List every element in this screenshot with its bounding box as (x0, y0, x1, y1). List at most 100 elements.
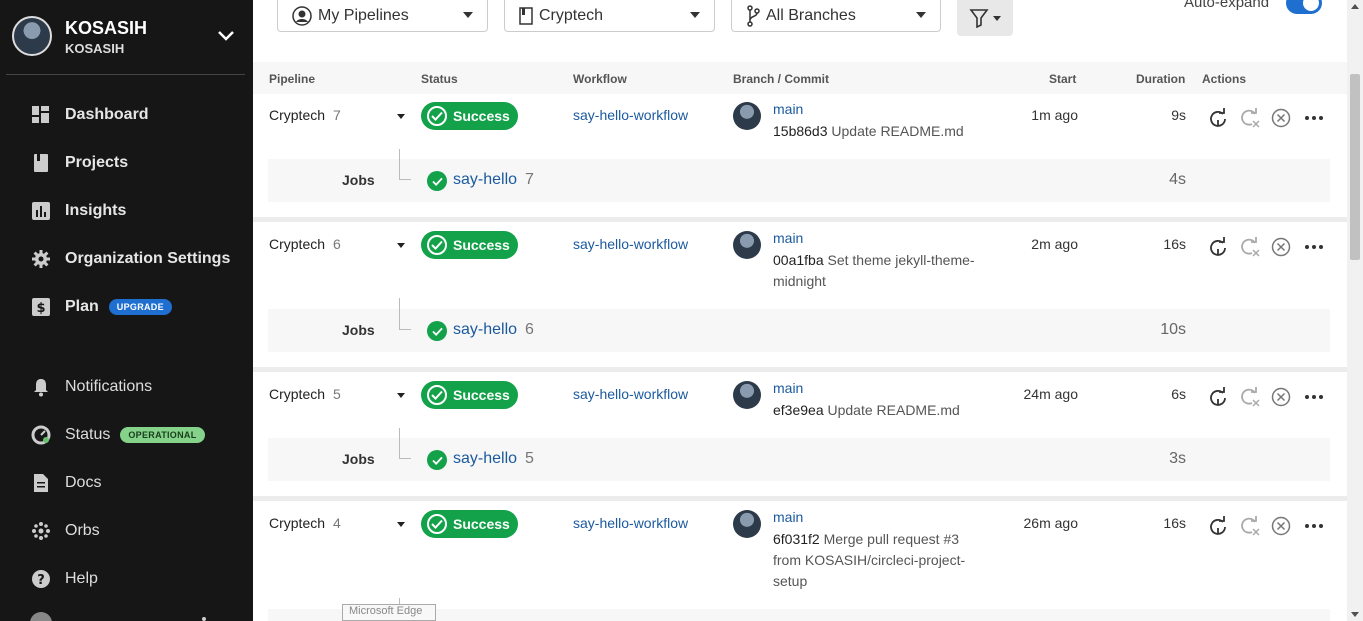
column-header-duration[interactable]: Duration (1136, 72, 1185, 86)
row-separator (253, 217, 1347, 222)
status-badge[interactable]: Success (421, 381, 518, 409)
workflow-link[interactable]: say-hello-workflow (573, 236, 688, 252)
sidebar-item-organization-settings[interactable]: Organization Settings (30, 247, 230, 271)
rerun-icon[interactable] (1208, 516, 1228, 536)
column-header-workflow[interactable]: Workflow (573, 72, 627, 86)
pipeline-cell[interactable]: Cryptech 6 (269, 236, 341, 252)
commit-sha[interactable]: 6f031f2 (773, 531, 820, 547)
user-avatar[interactable] (30, 612, 52, 621)
chevron-down-icon[interactable] (214, 24, 238, 48)
column-header-branch-commit[interactable]: Branch / Commit (733, 72, 829, 86)
org-subtitle: KOSASIH (65, 41, 125, 56)
job-link[interactable]: say-hello (453, 321, 517, 338)
status-badge[interactable]: Success (421, 102, 518, 130)
pipeline-project[interactable]: Cryptech (269, 386, 325, 402)
upgrade-badge[interactable]: UPGRADE (108, 299, 172, 315)
scroll-down-icon[interactable] (1351, 612, 1359, 617)
pipeline-project[interactable]: Cryptech (269, 236, 325, 252)
caret-down-icon (463, 12, 473, 18)
project-icon (519, 6, 533, 25)
svg-text:?: ? (37, 573, 45, 588)
expand-caret-icon[interactable] (397, 393, 405, 398)
more-icon[interactable] (1304, 108, 1324, 128)
cancel-icon[interactable] (1271, 516, 1291, 536)
rerun-failed-icon[interactable] (1240, 237, 1260, 257)
sidebar-item-notifications[interactable]: Notifications (30, 375, 152, 399)
avatar (733, 381, 761, 409)
cancel-icon[interactable] (1271, 108, 1291, 128)
cancel-icon[interactable] (1271, 237, 1291, 257)
job-cell[interactable]: say-hello 7 (453, 171, 534, 189)
status-badge[interactable]: Success (421, 231, 518, 259)
sidebar-item-label: Orbs (65, 522, 100, 539)
branch-link[interactable]: main (773, 230, 803, 246)
pipeline-cell[interactable]: Cryptech 5 (269, 386, 341, 402)
status-badge[interactable]: Success (421, 510, 518, 538)
commit-info[interactable]: 15b86d3 Update README.md (773, 121, 983, 142)
scroll-thumb[interactable] (1350, 74, 1360, 260)
job-link[interactable]: say-hello (453, 171, 517, 188)
commit-info[interactable]: 6f031f2 Merge pull request #3 from KOSAS… (773, 529, 973, 592)
column-header-status[interactable]: Status (421, 72, 458, 86)
scrollbar[interactable] (1347, 0, 1363, 621)
pipeline-project[interactable]: Cryptech (269, 515, 325, 531)
rerun-icon[interactable] (1208, 237, 1228, 257)
workflow-link[interactable]: say-hello-workflow (573, 107, 688, 123)
commit-message: Update README.md (827, 402, 960, 418)
branch-link[interactable]: main (773, 380, 803, 396)
sidebar-item-help[interactable]: ? Help (30, 567, 98, 591)
more-icon[interactable] (1304, 387, 1324, 407)
pipelines-filter[interactable]: My Pipelines (277, 0, 488, 32)
more-icon[interactable] (1304, 516, 1324, 536)
commit-sha[interactable]: 15b86d3 (773, 123, 828, 139)
column-header-pipeline[interactable]: Pipeline (269, 72, 315, 86)
tree-line (399, 428, 411, 459)
caret-down-icon (993, 15, 1001, 21)
commit-sha[interactable]: ef3e9ea (773, 402, 824, 418)
more-icon[interactable] (202, 617, 206, 621)
sidebar-item-status[interactable]: Status OPERATIONAL (30, 423, 205, 447)
rerun-failed-icon[interactable] (1240, 516, 1260, 536)
column-header-actions[interactable]: Actions (1202, 72, 1246, 86)
job-cell[interactable]: say-hello 6 (453, 321, 534, 339)
branch-link[interactable]: main (773, 509, 803, 525)
rerun-icon[interactable] (1208, 387, 1228, 407)
workflow-link[interactable]: say-hello-workflow (573, 386, 688, 402)
expand-caret-icon[interactable] (397, 243, 405, 248)
expand-caret-icon[interactable] (397, 114, 405, 119)
scroll-up-icon[interactable] (1351, 4, 1359, 9)
commit-info[interactable]: ef3e9ea Update README.md (773, 400, 983, 421)
sidebar-item-plan[interactable]: $ Plan UPGRADE (30, 295, 172, 319)
org-switcher[interactable]: KOSASIH KOSASIH (12, 14, 242, 58)
rerun-failed-icon[interactable] (1240, 387, 1260, 407)
sidebar-item-projects[interactable]: Projects (30, 151, 128, 175)
job-link[interactable]: say-hello (453, 450, 517, 467)
filter-button[interactable] (957, 0, 1013, 36)
rerun-icon[interactable] (1208, 108, 1228, 128)
pipeline-cell[interactable]: Cryptech 7 (269, 107, 341, 123)
auto-expand-toggle[interactable] (1286, 0, 1322, 14)
sidebar-item-insights[interactable]: Insights (30, 199, 126, 223)
more-icon[interactable] (1304, 237, 1324, 257)
workflow-link[interactable]: say-hello-workflow (573, 515, 688, 531)
column-header-start[interactable]: Start (1049, 72, 1076, 86)
branches-filter[interactable]: All Branches (731, 0, 941, 32)
branch-link[interactable]: main (773, 101, 803, 117)
sidebar-item-dashboard[interactable]: Dashboard (30, 103, 149, 127)
org-avatar (12, 16, 52, 56)
pipeline-project[interactable]: Cryptech (269, 107, 325, 123)
commit-sha[interactable]: 00a1fba (773, 252, 824, 268)
job-cell[interactable]: say-hello 5 (453, 450, 534, 468)
cancel-icon[interactable] (1271, 387, 1291, 407)
pipeline-cell[interactable]: Cryptech 4 (269, 515, 341, 531)
expand-caret-icon[interactable] (397, 522, 405, 527)
sidebar-item-docs[interactable]: Docs (30, 471, 101, 495)
rerun-failed-icon[interactable] (1240, 108, 1260, 128)
start-time: 1m ago (1031, 107, 1078, 123)
project-filter[interactable]: Cryptech (504, 0, 715, 32)
caret-down-icon (690, 12, 700, 18)
commit-info[interactable]: 00a1fba Set theme jekyll-theme-midnight (773, 250, 983, 292)
job-duration: 10s (1160, 321, 1186, 338)
sidebar-item-orbs[interactable]: Orbs (30, 519, 100, 543)
status-label: Success (453, 237, 510, 253)
